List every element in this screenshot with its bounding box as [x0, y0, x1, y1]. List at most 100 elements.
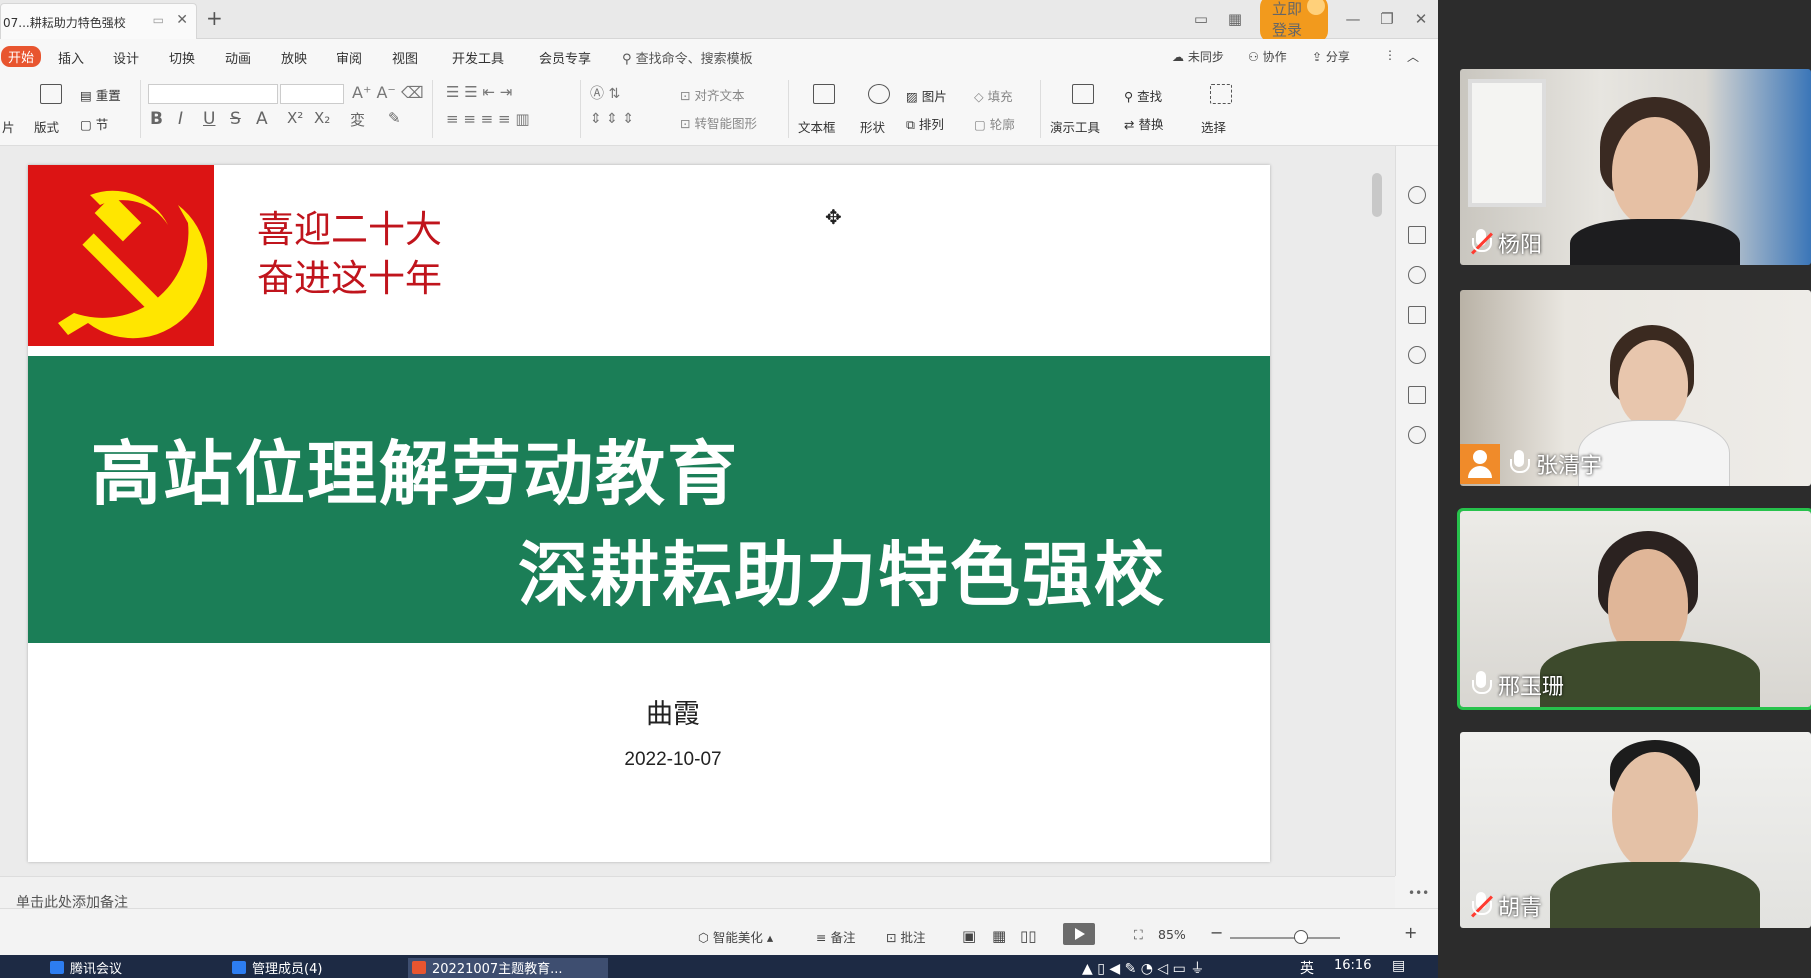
adjust-icon[interactable] — [1408, 226, 1426, 244]
strikethrough-button[interactable]: S — [230, 109, 241, 129]
tab-home[interactable]: 开始 — [1, 46, 42, 67]
participant-tile[interactable]: 杨阳 — [1460, 69, 1811, 265]
alignment-icons[interactable]: ≡ ≡ ≡ ≡ ▥ — [446, 110, 530, 128]
subscript-icon[interactable]: X₂ — [314, 109, 330, 127]
tab-member[interactable]: 会员专享 — [539, 48, 591, 67]
taskbar-item-presentation[interactable]: 20221007主题教育... — [408, 958, 608, 978]
slogan-line-2: 奋进这十年 — [257, 257, 442, 300]
notification-icon[interactable]: ▤ — [1392, 958, 1405, 974]
find-button[interactable]: ⚲ 查找 — [1124, 86, 1162, 105]
command-search[interactable]: ⚲ 查找命令、搜索模板 — [622, 48, 753, 67]
divider — [1040, 80, 1041, 138]
new-tab-button[interactable]: + — [206, 6, 223, 30]
tab-review[interactable]: 审阅 — [336, 48, 362, 67]
tab-animation[interactable]: 动画 — [225, 48, 251, 67]
participant-tile[interactable]: 张清宇 — [1460, 290, 1811, 486]
participant-tile[interactable]: 胡青 — [1460, 732, 1811, 928]
reading-view-icon[interactable]: ▯▯ — [1020, 927, 1037, 945]
taskbar-item-meeting[interactable]: 腾讯会议 — [46, 958, 122, 978]
clock[interactable]: 16:16 — [1334, 958, 1371, 973]
bold-button[interactable]: B — [150, 109, 163, 129]
tab-developer[interactable]: 开发工具 — [452, 48, 504, 67]
fit-window-icon[interactable]: ⛶ — [1134, 927, 1143, 943]
text-direction-icons[interactable]: Ⓐ ⇅ — [590, 83, 620, 103]
document-tab[interactable]: 07...耕耘助力特色强校 ▭ ✕ — [0, 3, 197, 39]
zoom-slider[interactable] — [1230, 937, 1340, 939]
italic-button[interactable]: I — [178, 109, 183, 129]
search-icon: ⚲ — [622, 52, 632, 67]
font-family-select[interactable] — [148, 84, 278, 104]
picture-button[interactable]: ▨ 图片 — [906, 86, 947, 105]
minimize-icon[interactable]: — — [1336, 10, 1370, 28]
beautify-button[interactable]: ⬡ 智能美化 ▴ — [698, 927, 773, 946]
superscript-icon[interactable]: X² — [287, 109, 303, 127]
replace-button[interactable]: ⇄ 替换 — [1124, 114, 1163, 133]
collapse-ribbon-icon[interactable]: ︿ — [1407, 48, 1419, 65]
mic-icon — [1470, 671, 1492, 699]
restore-icon[interactable]: ❐ — [1370, 10, 1404, 28]
close-tab-icon[interactable]: ✕ — [176, 12, 188, 28]
shape-icon — [868, 84, 890, 104]
tab-view[interactable]: 视图 — [392, 48, 418, 67]
presentation-tools-button[interactable]: 演示工具 — [1050, 117, 1100, 136]
tab-slideshow[interactable]: 放映 — [281, 48, 307, 67]
taskbar-item-members[interactable]: 管理成员(4) — [228, 958, 322, 978]
zoom-out-icon[interactable]: − — [1210, 923, 1223, 942]
more-icon[interactable]: ⋮ — [1384, 48, 1396, 62]
tab-design[interactable]: 设计 — [113, 48, 139, 67]
notes-pane[interactable]: 单击此处添加备注 — [0, 876, 1395, 911]
collab-button[interactable]: ⚇ 协作 — [1248, 48, 1287, 65]
ime-indicator[interactable]: 英 — [1300, 958, 1314, 978]
play-slideshow-button[interactable] — [1063, 923, 1095, 945]
reset-button[interactable]: ▤ 重置 — [80, 85, 121, 104]
tray-icons[interactable]: ▲ ▯ ◀ ✎ ◔ ◁ ▭ ⏚ — [1082, 958, 1204, 978]
login-button[interactable]: 立即登录 — [1260, 0, 1328, 43]
scroll-thumb[interactable] — [1372, 173, 1382, 217]
textbox-button[interactable]: 文本框 — [798, 117, 836, 136]
zoom-level[interactable]: 85% — [1158, 927, 1186, 942]
list-icons[interactable]: ☰ ☰ ⇤ ⇥ — [446, 83, 512, 101]
underline-button[interactable]: U — [203, 109, 215, 129]
line-spacing-icons[interactable]: ⇕ ⇕ ⇕ — [590, 111, 634, 127]
tab-insert[interactable]: 插入 — [58, 48, 84, 67]
section-button[interactable]: ▢ 节 — [80, 114, 108, 133]
comments-toggle[interactable]: ⊡ 批注 — [886, 927, 925, 946]
highlight-icon[interactable]: ✎ — [388, 109, 401, 127]
notes-toggle[interactable]: ≡ 备注 — [816, 927, 855, 946]
share-button[interactable]: ⇪ 分享 — [1312, 48, 1350, 65]
select-button[interactable]: 选择 — [1201, 117, 1226, 136]
vertical-scrollbar[interactable] — [1371, 153, 1383, 863]
rocket-icon[interactable] — [1408, 186, 1426, 204]
participant-tile-speaking[interactable]: 邢玉珊 — [1457, 508, 1811, 710]
star-icon[interactable] — [1408, 266, 1426, 284]
align-text-button[interactable]: ⊡ 对齐文本 — [680, 85, 744, 104]
grid-icon[interactable]: ▦ — [1218, 10, 1252, 28]
layout-button[interactable]: 版式 — [34, 117, 59, 136]
zoom-slider-knob[interactable] — [1294, 930, 1308, 944]
slide[interactable]: 喜迎二十大 奋进这十年 高站位理解劳动教育 深耕耘助力特色强校 曲霞 2022-… — [28, 165, 1270, 862]
font-size-select[interactable] — [280, 84, 344, 104]
smartart-button[interactable]: ⊡ 转智能图形 — [680, 113, 757, 132]
image-edit-icon[interactable] — [1408, 386, 1426, 404]
layout-icon[interactable]: ▭ — [1184, 10, 1218, 28]
compass-icon[interactable] — [1408, 426, 1426, 444]
tab-transition[interactable]: 切换 — [169, 48, 195, 67]
text-effect-icon[interactable]: 変 — [350, 109, 365, 130]
monitor-icon[interactable]: ▭ — [153, 13, 164, 27]
normal-view-icon[interactable]: ▣ — [962, 927, 976, 945]
slogan-line-1: 喜迎二十大 — [257, 208, 442, 251]
slides-icon[interactable] — [1408, 306, 1426, 324]
arrange-button[interactable]: ⧉ 排列 — [906, 114, 944, 133]
font-size-adjust-icons[interactable]: A⁺ A⁻ ⌫ — [352, 83, 424, 102]
font-color-icon[interactable]: A — [256, 109, 268, 129]
help-icon[interactable] — [1408, 346, 1426, 364]
sync-status[interactable]: ☁ 未同步 — [1172, 48, 1224, 65]
sorter-view-icon[interactable]: ▦ — [992, 927, 1006, 945]
close-window-icon[interactable]: ✕ — [1404, 10, 1438, 28]
more-panel-icon[interactable]: ••• — [1408, 886, 1429, 900]
shape-button[interactable]: 形状 — [860, 117, 885, 136]
slide-button[interactable]: 片 — [2, 117, 15, 136]
zoom-in-icon[interactable]: + — [1404, 923, 1417, 942]
fill-button[interactable]: ◇ 填充 — [974, 86, 1013, 105]
outline-button[interactable]: ▢ 轮廓 — [974, 114, 1015, 133]
